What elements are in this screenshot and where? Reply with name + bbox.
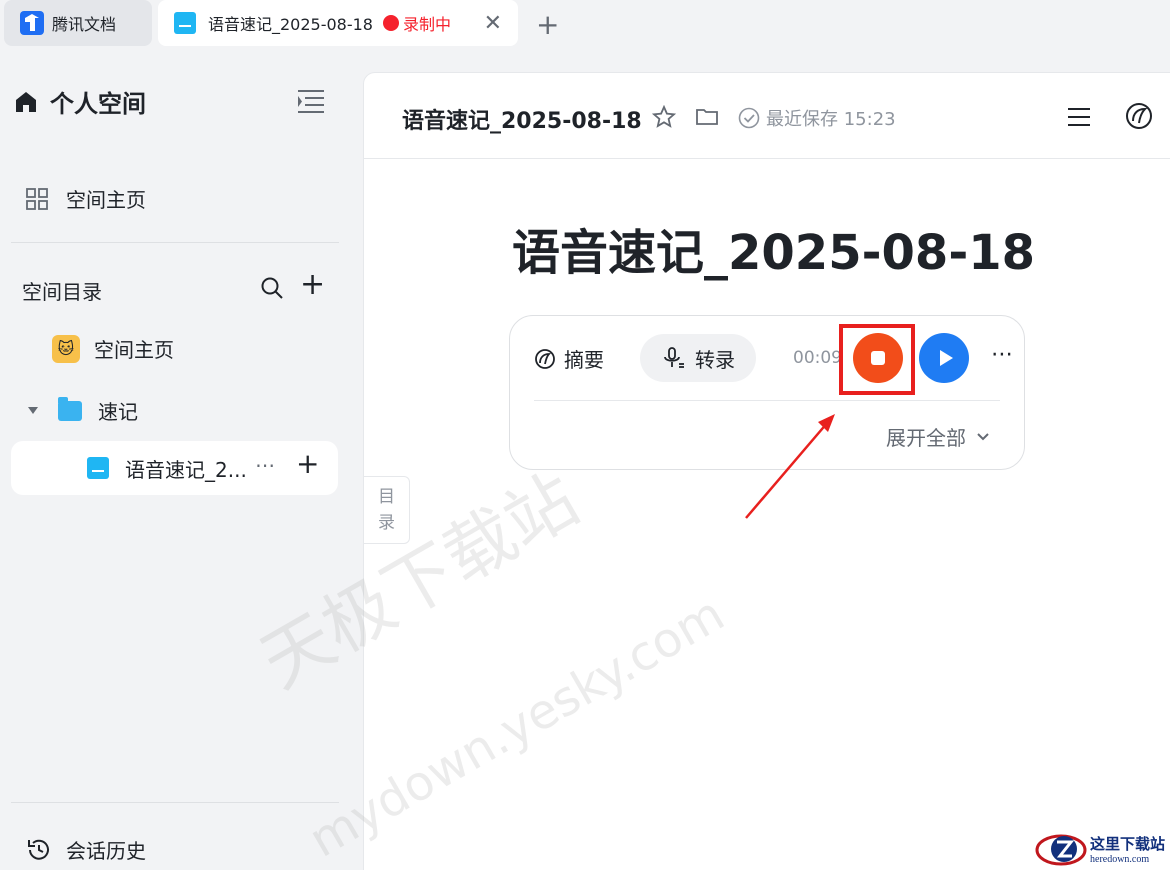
tree-item-doc-label: 语音速记_2... <box>125 457 247 482</box>
logo-en-text: heredown.com <box>1090 854 1150 865</box>
toc-label-2: 录 <box>378 513 395 533</box>
sidebar-item-home[interactable]: 空间主页 <box>26 184 146 213</box>
expand-all-label: 展开全部 <box>886 426 966 450</box>
tab-bar: 腾讯文档 语音速记_2025-08-18 录制中 ✕ + <box>0 0 1170 48</box>
history-item[interactable]: 会话历史 <box>26 835 146 864</box>
heredown-logo: 这里下载站 heredown.com <box>1034 830 1165 868</box>
summary-icon <box>535 348 555 369</box>
tree-item-doc-active[interactable]: 语音速记_2... ⋯ + <box>11 441 338 495</box>
save-status: 最近保存 15:23 <box>738 105 896 131</box>
expand-all-button[interactable]: 展开全部 <box>886 422 990 451</box>
doc-icon <box>174 12 196 34</box>
stop-icon <box>871 351 885 365</box>
heredown-logo-icon <box>1035 834 1087 866</box>
doc-icon <box>87 457 109 479</box>
sidebar-divider <box>11 242 339 243</box>
summary-button[interactable]: 摘要 <box>534 344 604 373</box>
microphone-icon <box>664 347 684 368</box>
menu-icon[interactable] <box>1066 105 1092 129</box>
transcribe-button[interactable]: 转录 <box>640 334 756 382</box>
play-button[interactable] <box>919 333 969 383</box>
home-icon <box>16 91 36 112</box>
history-label: 会话历史 <box>66 839 146 863</box>
add-directory-icon[interactable]: + <box>300 270 325 300</box>
space-title: 个人空间 <box>14 84 146 119</box>
doc-header-title[interactable]: 语音速记_2025-08-18 <box>402 103 642 135</box>
star-icon[interactable] <box>652 105 676 129</box>
recording-dot-icon <box>383 15 399 31</box>
close-icon[interactable]: ✕ <box>484 11 502 36</box>
sidebar-item-home-label: 空间主页 <box>66 188 146 212</box>
caret-down-icon[interactable] <box>28 407 38 414</box>
more-options-icon[interactable]: ⋯ <box>991 342 1014 367</box>
heredown-logo-text: 这里下载站 heredown.com <box>1090 833 1165 865</box>
new-tab-plus-icon[interactable]: + <box>536 8 559 41</box>
tree-item-folder[interactable]: 速记 <box>28 396 138 425</box>
folder-icon <box>58 396 82 421</box>
search-icon[interactable] <box>260 276 284 300</box>
transcribe-label: 转录 <box>695 347 735 372</box>
more-icon[interactable]: ⋯ <box>255 453 276 477</box>
sidebar-divider-bottom <box>11 802 339 803</box>
doc-tab-label: 语音速记_2025-08-18 <box>208 15 373 34</box>
doc-header: 语音速记_2025-08-18 最近保存 15:23 <box>364 73 1170 159</box>
tencent-docs-logo-icon <box>20 11 44 35</box>
grid-icon <box>26 187 48 210</box>
ai-assistant-icon[interactable] <box>1124 101 1154 131</box>
save-status-text: 最近保存 15:23 <box>766 109 896 130</box>
collapse-sidebar-icon[interactable] <box>296 88 326 114</box>
app-tab-label: 腾讯文档 <box>52 15 117 34</box>
table-of-contents-tab[interactable]: 目 录 <box>364 476 410 544</box>
document-title[interactable]: 语音速记_2025-08-18 <box>512 213 1035 283</box>
recording-label: 录制中 <box>403 15 452 34</box>
annotation-arrow <box>745 414 835 519</box>
tree-item-home-label: 空间主页 <box>94 338 174 362</box>
tree-item-home[interactable]: 🐱 空间主页 <box>52 334 174 363</box>
app-tab[interactable]: 腾讯文档 <box>4 0 152 46</box>
history-icon <box>28 839 49 860</box>
space-emoji-icon: 🐱 <box>52 334 80 363</box>
stop-recording-button[interactable] <box>853 333 903 383</box>
card-divider <box>534 400 1000 401</box>
chevron-down-icon <box>977 432 989 440</box>
folder-icon[interactable] <box>695 105 719 129</box>
space-title-text: 个人空间 <box>50 90 146 118</box>
recording-timer: 00:09 <box>793 348 842 368</box>
play-icon <box>939 350 953 366</box>
doc-tab[interactable]: 语音速记_2025-08-18 录制中 ✕ <box>158 0 518 46</box>
add-child-icon[interactable]: + <box>296 449 319 479</box>
sidebar: 个人空间 空间主页 空间目录 + 🐱 空间主页 速记 语音速记_2... ⋯ +… <box>0 48 350 870</box>
summary-label: 摘要 <box>564 348 604 372</box>
check-circle-icon <box>738 107 760 129</box>
directory-title: 空间目录 <box>22 280 102 304</box>
toc-label-1: 目 <box>378 487 395 507</box>
logo-cn-text: 这里下载站 <box>1090 835 1166 853</box>
tree-item-folder-label: 速记 <box>98 400 138 424</box>
